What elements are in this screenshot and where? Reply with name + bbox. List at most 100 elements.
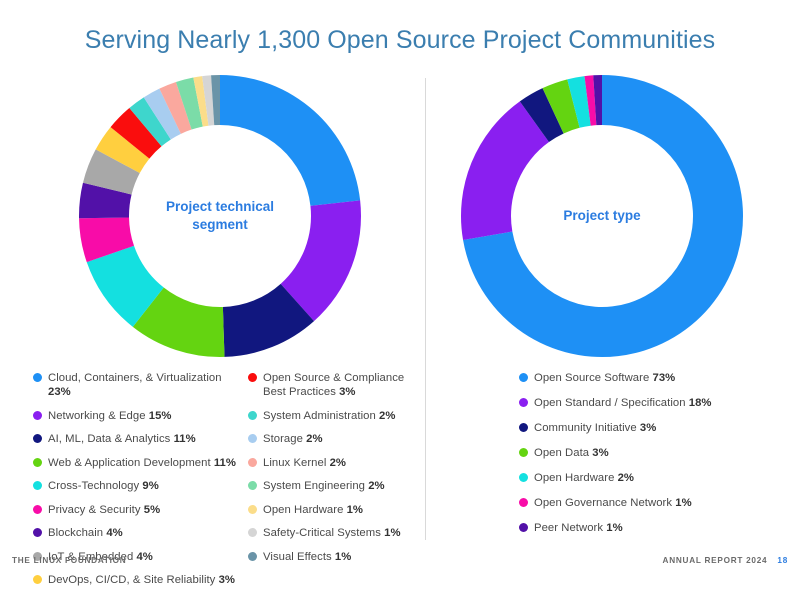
legend-item-label: Linux Kernel 2% (263, 456, 346, 470)
legend-item-name: Linux Kernel (263, 457, 330, 469)
legend-item[interactable]: Open Data 3% (519, 446, 769, 460)
legend-color-swatch-icon (248, 373, 257, 382)
legend-item[interactable]: Linux Kernel 2% (248, 456, 428, 470)
legend-item[interactable]: Open Source Software 73% (519, 371, 769, 385)
legend-item-label: Open Governance Network 1% (534, 496, 692, 510)
legend-item-label: Peer Network 1% (534, 521, 623, 535)
legend-item-label: Open Source & Compliance Best Practices … (263, 371, 428, 399)
legend-item[interactable]: Privacy & Security 5% (33, 503, 238, 517)
legend-color-swatch-icon (33, 411, 42, 420)
legend-item-percent: 1% (384, 527, 400, 539)
legend-item-percent: 15% (149, 410, 172, 422)
legend-item[interactable]: Open Source & Compliance Best Practices … (248, 371, 428, 399)
legend-item[interactable]: Storage 2% (248, 432, 428, 446)
legend-item-label: Open Source Software 73% (534, 371, 675, 385)
legend-item-label: Open Standard / Specification 18% (534, 396, 712, 410)
legend-color-swatch-icon (519, 498, 528, 507)
legend-item-name: System Engineering (263, 480, 368, 492)
legend-item-name: Cross-Technology (48, 480, 142, 492)
legend-item-percent: 2% (379, 410, 395, 422)
legend-item[interactable]: Blockchain 4% (33, 526, 238, 540)
legend-item-name: Open Data (534, 447, 592, 459)
legend-item-percent: 1% (675, 497, 691, 509)
legend-item-name: Networking & Edge (48, 410, 149, 422)
legend-color-swatch-icon (519, 423, 528, 432)
legend-item-percent: 2% (618, 472, 634, 484)
legend-item[interactable]: System Administration 2% (248, 409, 428, 423)
legend-item-label: Networking & Edge 15% (48, 409, 172, 423)
legend-item[interactable]: Open Hardware 1% (248, 503, 428, 517)
donut-chart-project-technical-segment: Cloud, Containers, & Virtualization 23%N… (76, 72, 364, 360)
legend-item[interactable]: Peer Network 1% (519, 521, 769, 535)
legend-item-percent: 4% (106, 527, 122, 539)
legend-item-percent: 3% (339, 386, 355, 398)
legend-color-swatch-icon (248, 481, 257, 490)
legend-item-label: AI, ML, Data & Analytics 11% (48, 432, 196, 446)
legend-color-swatch-icon (33, 481, 42, 490)
donut-left-slices: Cloud, Containers, & Virtualization 23%N… (79, 75, 361, 357)
legend-item-percent: 1% (606, 522, 622, 534)
legend-item[interactable]: Web & Application Development 11% (33, 456, 238, 470)
legend-item[interactable]: AI, ML, Data & Analytics 11% (33, 432, 238, 446)
legend-item-percent: 3% (592, 447, 608, 459)
legend-item-percent: 5% (144, 504, 160, 516)
legend-item-percent: 11% (214, 457, 236, 469)
legend-item[interactable]: Networking & Edge 15% (33, 409, 238, 423)
legend-item-percent: 2% (330, 457, 346, 469)
legend-item[interactable]: DevOps, CI/CD, & Site Reliability 3% (33, 573, 238, 587)
legend-item-label: System Engineering 2% (263, 479, 385, 493)
legend-color-swatch-icon (248, 411, 257, 420)
legend-item-percent: 73% (652, 372, 675, 384)
legend-item-label: Open Hardware 1% (263, 503, 363, 517)
legend-color-swatch-icon (248, 434, 257, 443)
donut-slice[interactable]: Cloud, Containers, & Virtualization 23% (220, 75, 360, 206)
legend-item-percent: 3% (640, 422, 656, 434)
legend-item[interactable]: Open Hardware 2% (519, 471, 769, 485)
legend-item-percent: 9% (142, 480, 158, 492)
legend-color-swatch-icon (519, 373, 528, 382)
legend-item-name: Open Source Software (534, 372, 652, 384)
legend-item-label: Web & Application Development 11% (48, 456, 236, 470)
legend-item-percent: 2% (306, 433, 322, 445)
legend-item[interactable]: Safety-Critical Systems 1% (248, 526, 428, 540)
legend-item[interactable]: Open Standard / Specification 18% (519, 396, 769, 410)
legend-item-name: Blockchain (48, 527, 106, 539)
legend-item-name: Storage (263, 433, 306, 445)
legend-item-name: DevOps, CI/CD, & Site Reliability (48, 574, 219, 586)
donut-chart-project-type: Open Source Software 73%Open Standard / … (458, 72, 746, 360)
legend-item-label: Cross-Technology 9% (48, 479, 159, 493)
page-footer: THE LINUX FOUNDATION ANNUAL REPORT 2024 … (0, 556, 800, 570)
legend-item-name: Open Standard / Specification (534, 397, 689, 409)
legend-color-swatch-icon (248, 505, 257, 514)
legend-item-label: Open Data 3% (534, 446, 609, 460)
donut-right-slices: Open Source Software 73%Open Standard / … (461, 75, 743, 357)
legend-item-name: Peer Network (534, 522, 606, 534)
legend-item-name: Community Initiative (534, 422, 640, 434)
legend-item[interactable]: Cloud, Containers, & Virtualization 23% (33, 371, 238, 399)
legend-color-swatch-icon (33, 528, 42, 537)
legend-item-name: Open Hardware (534, 472, 618, 484)
legend-item-percent: 23% (48, 386, 71, 398)
legend-item-label: Safety-Critical Systems 1% (263, 526, 401, 540)
legend-item[interactable]: Community Initiative 3% (519, 421, 769, 435)
legend-item[interactable]: Cross-Technology 9% (33, 479, 238, 493)
legend-color-swatch-icon (248, 458, 257, 467)
legend-technical-segment-column-2: Open Source & Compliance Best Practices … (248, 371, 428, 573)
legend-item-label: Blockchain 4% (48, 526, 123, 540)
legend-item-name: Safety-Critical Systems (263, 527, 384, 539)
legend-item-percent: 2% (368, 480, 384, 492)
page-title: Serving Nearly 1,300 Open Source Project… (0, 26, 800, 55)
legend-color-swatch-icon (519, 473, 528, 482)
footer-report-label: ANNUAL REPORT 2024 (663, 556, 768, 565)
legend-item-name: Open Hardware (263, 504, 347, 516)
legend-color-swatch-icon (519, 448, 528, 457)
legend-item-label: Open Hardware 2% (534, 471, 634, 485)
legend-item-percent: 18% (689, 397, 712, 409)
legend-item[interactable]: System Engineering 2% (248, 479, 428, 493)
slide-page: Serving Nearly 1,300 Open Source Project… (0, 0, 800, 581)
legend-item-label: Cloud, Containers, & Virtualization 23% (48, 371, 238, 399)
legend-item[interactable]: Open Governance Network 1% (519, 496, 769, 510)
legend-item-percent: 3% (219, 574, 235, 586)
legend-color-swatch-icon (519, 523, 528, 532)
legend-project-type-column-1: Open Source Software 73% Open Standard / … (519, 371, 769, 546)
